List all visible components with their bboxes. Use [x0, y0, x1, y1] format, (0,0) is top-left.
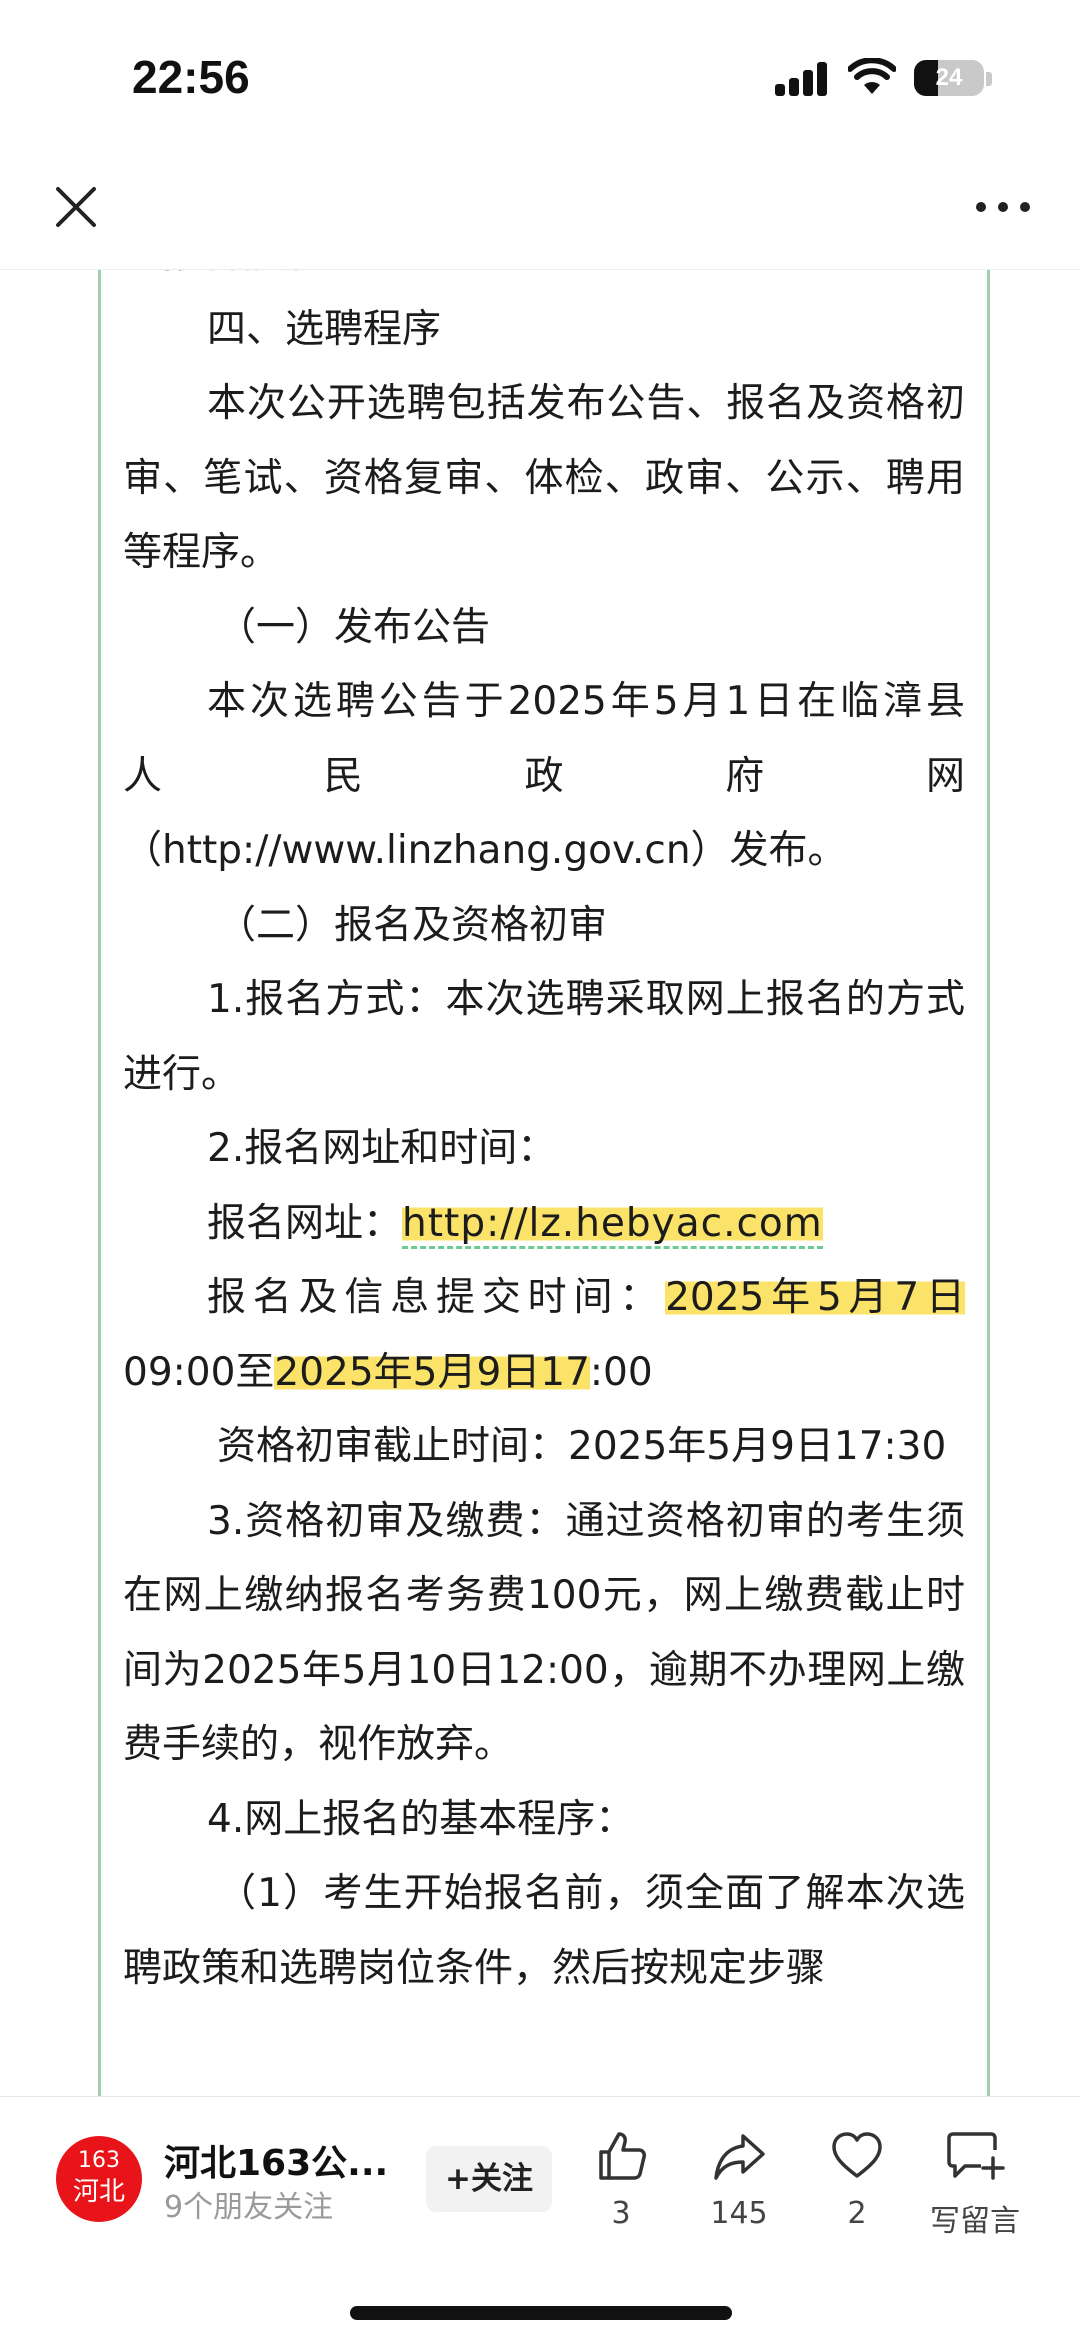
share-count: 145: [710, 2196, 768, 2231]
avatar-text-top: 163: [78, 2148, 120, 2173]
battery-tip: [986, 72, 992, 86]
subsection-heading: （二）报名及资格初审: [217, 902, 608, 948]
share-button[interactable]: 145: [684, 2128, 794, 2238]
heart-button[interactable]: 2: [802, 2128, 912, 2238]
article-paragraph: 3.资格初审及缴费：通过资格初审的考生须在网上缴纳报名考务费100元，网上缴费截…: [123, 1498, 965, 1768]
article-paragraph: 2.报名网址和时间：: [207, 1126, 557, 1171]
article-paragraph-spread: 人 民 政 府 网: [123, 740, 965, 815]
share-arrow-icon: [714, 2134, 765, 2180]
signal-icon: [775, 60, 833, 96]
article-paragraph: 4.网上报名的基本程序：: [207, 1796, 635, 1842]
article-content[interactable]: 待报名情形。 四、选聘程序 本次公开选聘包括发布公告、报名及资格初审、笔试、资格…: [98, 270, 990, 2096]
spread-char: 府: [725, 753, 765, 799]
reg-url-line: 报名网址：http://lz.hebyac.com: [123, 1187, 965, 1262]
account-name[interactable]: 河北163公...: [164, 2134, 409, 2186]
article-paragraph: （1）考生开始报名前，须全面了解本次选聘政策和选聘岗位条件，然后按规定步骤: [123, 1871, 965, 1991]
comment-button[interactable]: 写留言: [920, 2128, 1030, 2239]
submit-start-time: 09:00至: [123, 1349, 275, 1395]
wifi-icon: [848, 58, 896, 94]
spread-char: 网: [925, 753, 965, 799]
account-followers: 9个朋友关注: [164, 2190, 334, 2225]
nav-bar: [0, 150, 1080, 270]
submit-time-label: 报名及信息提交时间：: [207, 1275, 666, 1320]
heart-icon: [832, 2132, 882, 2178]
reg-url-label: 报名网址：: [207, 1200, 403, 1246]
submit-end-date: 2025年5月9日17: [274, 1349, 590, 1395]
submit-end-rest: :00: [589, 1349, 653, 1395]
avatar-text-bottom: 河北: [72, 2177, 125, 2207]
submit-start-date: 2025年5月7日: [665, 1275, 965, 1320]
like-button[interactable]: 3: [566, 2128, 676, 2238]
article-paragraph: （http://www.linzhang.gov.cn）发布。: [123, 828, 847, 873]
close-icon[interactable]: [52, 183, 100, 231]
bottom-action-bar: [0, 2096, 1080, 2341]
home-indicator: [350, 2306, 732, 2320]
reg-url-link[interactable]: http://lz.hebyac.com: [402, 1200, 823, 1249]
section-heading: 四、选聘程序: [207, 306, 442, 352]
like-count: 3: [611, 2196, 631, 2231]
spread-char: 政: [524, 753, 564, 799]
avatar[interactable]: 163 河北: [56, 2136, 142, 2222]
comment-plus-icon: [947, 2132, 1005, 2180]
article-paragraph: 1.报名方式：本次选聘采取网上报名的方式进行。: [123, 977, 965, 1097]
status-bar: 22:56 24: [0, 0, 1080, 150]
follow-button[interactable]: +关注: [426, 2146, 552, 2212]
spread-char: 人: [123, 753, 163, 799]
spread-char: 民: [323, 753, 363, 799]
status-time: 22:56: [132, 51, 250, 103]
article-paragraph: 本次选聘公告于2025年5月1日在临漳县: [207, 679, 965, 724]
article-paragraph: 待报名情形。: [123, 270, 965, 293]
battery-level: 24: [935, 64, 963, 91]
article-paragraph: 资格初审截止时间：2025年5月9日17:30: [217, 1424, 947, 1469]
article-paragraph: 本次公开选聘包括发布公告、报名及资格初审、笔试、资格复审、体检、政审、公示、聘用…: [123, 381, 965, 575]
comment-label: 写留言: [930, 2204, 1020, 2239]
thumbs-up-icon: [599, 2132, 646, 2180]
heart-count: 2: [847, 2196, 867, 2231]
more-icon[interactable]: [976, 196, 1030, 216]
subsection-heading: （一）发布公告: [217, 604, 491, 650]
article-body: 待报名情形。 四、选聘程序 本次公开选聘包括发布公告、报名及资格初审、笔试、资格…: [101, 270, 987, 2006]
battery-icon: 24: [914, 60, 984, 96]
submit-time-line: 报名及信息提交时间：2025年5月7日 09:00至2025年5月9日17:00: [123, 1261, 965, 1410]
